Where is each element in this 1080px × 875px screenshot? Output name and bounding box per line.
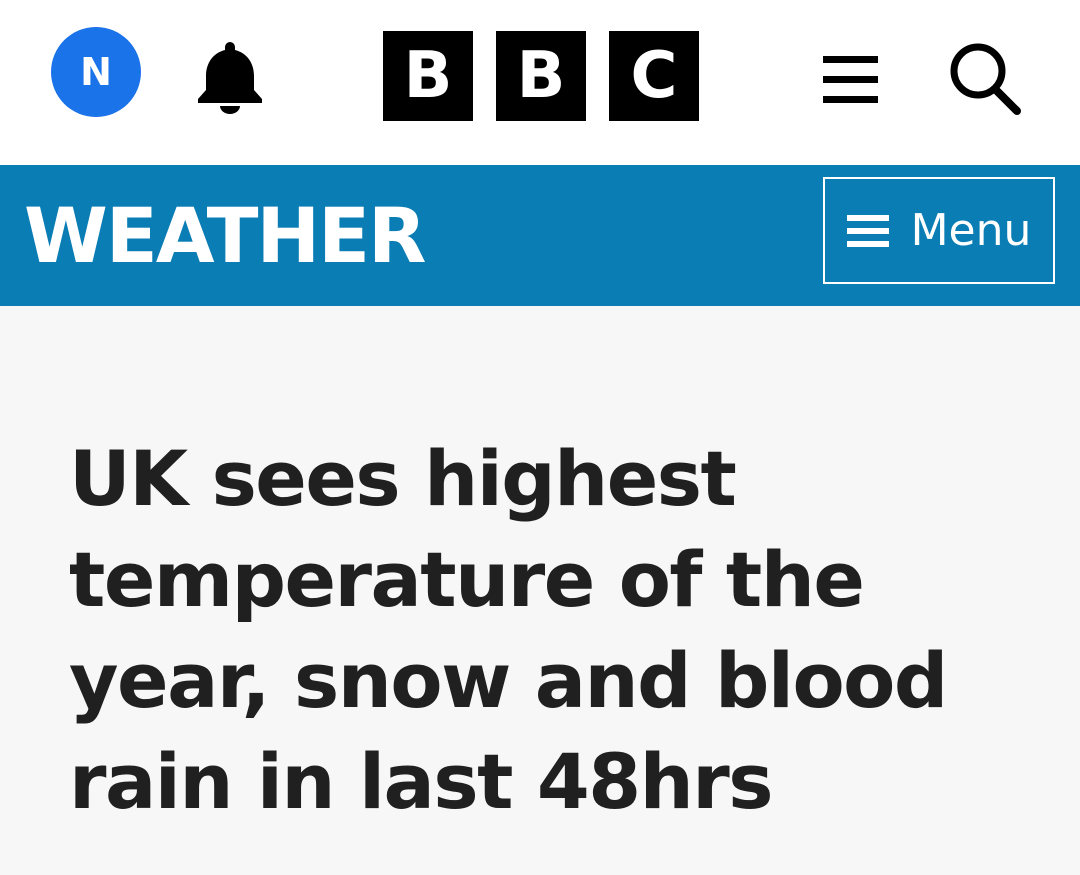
logo-letter-c: C: [609, 31, 699, 121]
account-avatar[interactable]: N: [51, 27, 141, 117]
logo-letter-b1: B: [383, 31, 473, 121]
article-main: UK sees highest temperature of the year,…: [0, 306, 1080, 875]
menu-button[interactable]: Menu: [823, 177, 1055, 284]
menu-label: Menu: [910, 205, 1032, 256]
top-bar: N B B C: [0, 0, 1080, 165]
section-title[interactable]: WEATHER: [24, 165, 427, 306]
bell-icon[interactable]: [190, 38, 270, 118]
article-headline: UK sees highest temperature of the year,…: [69, 434, 948, 826]
logo-letter-b2: B: [496, 31, 586, 121]
search-icon[interactable]: [940, 35, 1030, 125]
hamburger-icon: [846, 214, 889, 247]
bbc-logo[interactable]: B B C: [383, 31, 699, 121]
hamburger-icon[interactable]: [815, 50, 885, 110]
weather-section-bar: WEATHER Menu: [0, 165, 1080, 306]
